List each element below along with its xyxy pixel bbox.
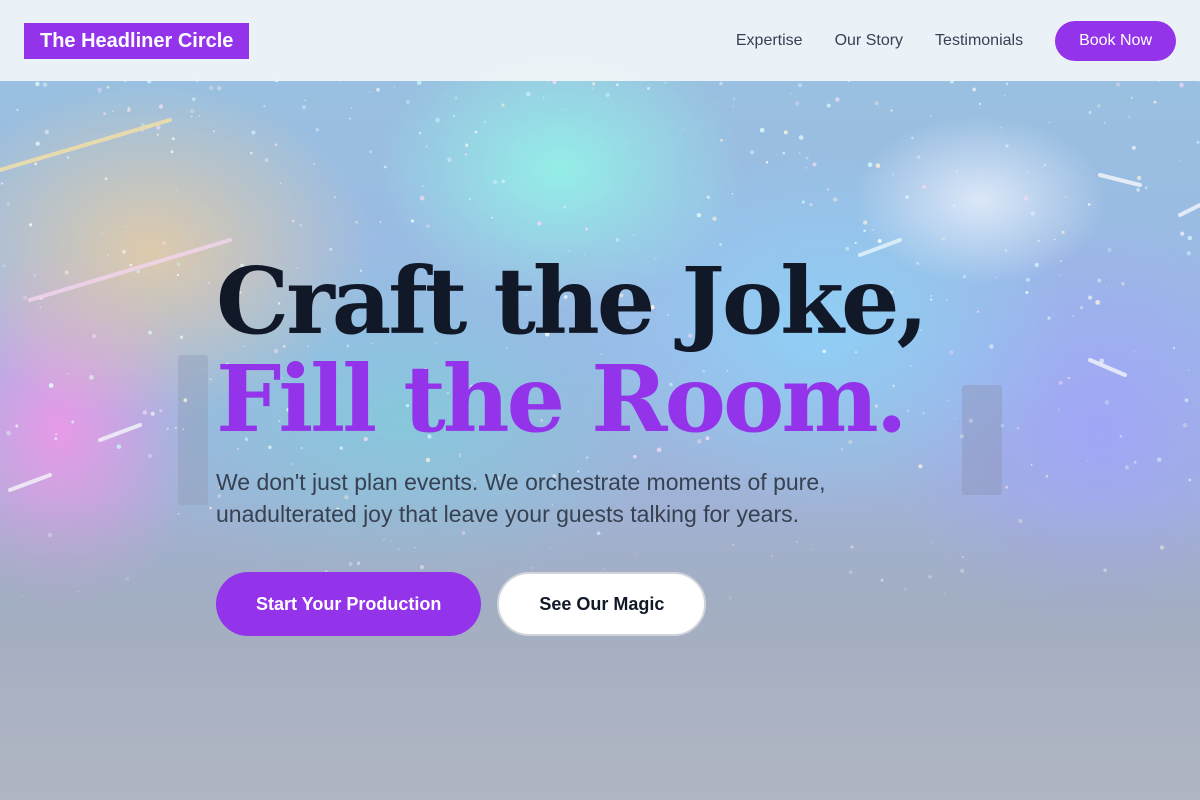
hero-section: Craft the Joke, Fill the Room. We don't … — [216, 252, 976, 636]
see-our-magic-button[interactable]: See Our Magic — [497, 572, 707, 636]
nav-link-our-story[interactable]: Our Story — [835, 32, 903, 50]
book-now-button[interactable]: Book Now — [1055, 20, 1176, 61]
headline-line-2: Fill the Room. — [216, 345, 908, 453]
headline-line-1: Craft the Joke, — [216, 247, 929, 355]
start-production-button[interactable]: Start Your Production — [216, 572, 482, 636]
site-header: The Headliner Circle Expertise Our Story… — [0, 0, 1200, 81]
main-nav: Expertise Our Story Testimonials Book No… — [736, 20, 1176, 61]
hero-headline: Craft the Joke, Fill the Room. — [216, 252, 976, 448]
nav-link-expertise[interactable]: Expertise — [736, 32, 803, 50]
hero-cta-row: Start Your Production See Our Magic — [216, 572, 976, 636]
hero-subtext: We don't just plan events. We orchestrat… — [216, 469, 826, 527]
site-logo[interactable]: The Headliner Circle — [24, 22, 250, 59]
nav-link-testimonials[interactable]: Testimonials — [935, 32, 1023, 50]
